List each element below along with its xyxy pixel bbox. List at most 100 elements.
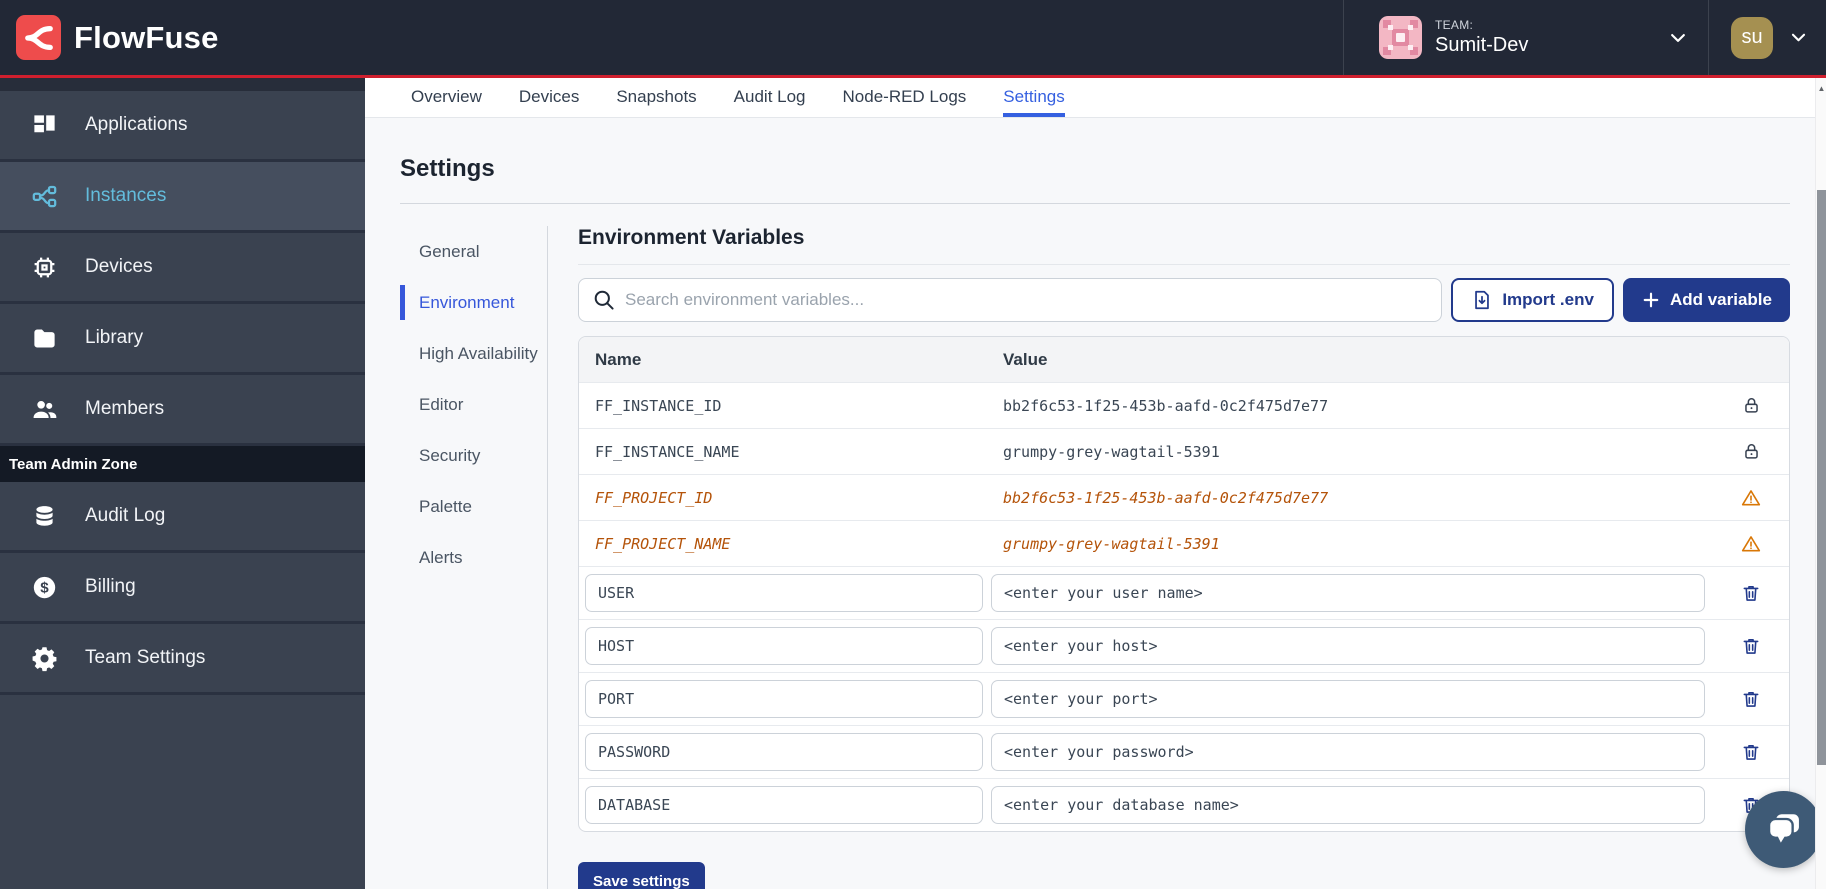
- chevron-down-icon: [1668, 28, 1688, 48]
- user-menu[interactable]: su: [1708, 0, 1826, 75]
- sidebar: Applications Instances Devices: [0, 78, 365, 889]
- chat-bubbles-icon: [1762, 808, 1806, 852]
- sidebar-item-applications[interactable]: Applications: [0, 91, 365, 162]
- lock-icon: [1742, 396, 1761, 415]
- subnav-item-palette[interactable]: Palette: [400, 481, 547, 532]
- gear-icon: [31, 645, 58, 672]
- sidebar-top-gap: [0, 78, 365, 91]
- env-var-value-input[interactable]: [991, 574, 1705, 612]
- warning-icon: [1741, 488, 1761, 508]
- tab-settings[interactable]: Settings: [1003, 78, 1064, 117]
- sidebar-item-label: Applications: [85, 114, 187, 136]
- scrollbar-up-arrow[interactable]: ▲: [1817, 84, 1826, 93]
- subnav-item-high-availability[interactable]: High Availability: [400, 328, 547, 379]
- tab-devices[interactable]: Devices: [519, 78, 579, 117]
- sidebar-item-instances[interactable]: Instances: [0, 162, 365, 233]
- env-var-name: FF_INSTANCE_NAME: [579, 443, 1003, 461]
- delete-variable-button[interactable]: [1713, 636, 1789, 656]
- tab-audit-log[interactable]: Audit Log: [734, 78, 806, 117]
- team-admin-zone-label: Team Admin Zone: [0, 446, 365, 482]
- sidebar-item-label: Instances: [85, 185, 166, 207]
- subnav-item-alerts[interactable]: Alerts: [400, 532, 547, 583]
- chevron-down-icon: [1789, 28, 1808, 47]
- search-icon: [592, 288, 616, 312]
- sidebar-item-label: Library: [85, 327, 143, 349]
- team-label: TEAM:: [1435, 18, 1655, 33]
- env-var-name-input[interactable]: [585, 680, 983, 718]
- column-header-value: Value: [1003, 350, 1713, 370]
- svg-text:$: $: [40, 579, 49, 596]
- sidebar-item-label: Team Settings: [85, 647, 205, 669]
- tab-overview[interactable]: Overview: [411, 78, 482, 117]
- chat-widget-button[interactable]: [1745, 791, 1822, 868]
- sidebar-item-members[interactable]: Members: [0, 375, 365, 446]
- import-env-button[interactable]: Import .env: [1451, 278, 1614, 322]
- env-var-name: FF_PROJECT_ID: [579, 489, 1003, 507]
- env-var-name: FF_INSTANCE_ID: [579, 397, 1003, 415]
- env-var-name-input[interactable]: [585, 786, 983, 824]
- env-var-value-input[interactable]: [991, 733, 1705, 771]
- add-variable-button[interactable]: Add variable: [1623, 278, 1790, 322]
- search-input[interactable]: [578, 278, 1442, 322]
- subnav-item-editor[interactable]: Editor: [400, 379, 547, 430]
- team-avatar: [1379, 16, 1422, 59]
- page-scrollbar[interactable]: ▲: [1815, 78, 1826, 889]
- tab-node-red-logs[interactable]: Node-RED Logs: [843, 78, 967, 117]
- applications-icon: [31, 112, 58, 139]
- library-icon: [31, 325, 58, 352]
- sidebar-item-audit-log[interactable]: Audit Log: [0, 482, 365, 553]
- sidebar-item-label: Audit Log: [85, 505, 165, 527]
- sidebar-item-team-settings[interactable]: Team Settings: [0, 624, 365, 695]
- env-toolbar: Import .env Add variable: [578, 278, 1790, 322]
- env-var-name-input[interactable]: [585, 627, 983, 665]
- env-var-value-input[interactable]: [991, 680, 1705, 718]
- env-var-name-input[interactable]: [585, 574, 983, 612]
- audit-log-icon: [31, 503, 58, 530]
- subnav-item-environment[interactable]: Environment: [400, 277, 547, 328]
- sidebar-item-label: Devices: [85, 256, 153, 278]
- search-wrap: [578, 278, 1442, 322]
- env-var-value-input[interactable]: [991, 786, 1705, 824]
- subnav-item-general[interactable]: General: [400, 226, 547, 277]
- sidebar-item-devices[interactable]: Devices: [0, 233, 365, 304]
- brand[interactable]: FlowFuse: [0, 15, 1343, 60]
- team-selector[interactable]: TEAM: Sumit-Dev: [1343, 0, 1708, 75]
- top-header: FlowFuse T: [0, 0, 1826, 75]
- scrollbar-thumb[interactable]: [1817, 190, 1826, 765]
- editable-row: [579, 725, 1789, 778]
- lock-icon: [1742, 442, 1761, 461]
- trash-icon: [1741, 583, 1761, 603]
- user-avatar: su: [1731, 17, 1773, 59]
- page-title: Settings: [400, 155, 1790, 183]
- import-env-label: Import .env: [1502, 290, 1594, 310]
- editable-row: [579, 566, 1789, 619]
- environment-pane: Environment Variables: [578, 226, 1790, 889]
- tab-snapshots[interactable]: Snapshots: [616, 78, 696, 117]
- column-header-name: Name: [579, 350, 1003, 370]
- editable-row: [579, 778, 1789, 831]
- warning-icon: [1741, 534, 1761, 554]
- table-header-row: Name Value: [579, 337, 1789, 382]
- flowfuse-logo-icon: [16, 15, 61, 60]
- env-var-name-input[interactable]: [585, 733, 983, 771]
- sidebar-item-label: Members: [85, 398, 164, 420]
- import-document-icon: [1471, 289, 1493, 311]
- table-row-deprecated: FF_PROJECT_ID bb2f6c53-1f25-453b-aafd-0c…: [579, 474, 1789, 520]
- subnav-item-security[interactable]: Security: [400, 430, 547, 481]
- billing-icon: $: [31, 574, 58, 601]
- env-var-value: bb2f6c53-1f25-453b-aafd-0c2f475d7e77: [1003, 489, 1713, 507]
- env-section-heading: Environment Variables: [578, 226, 1790, 265]
- env-var-value-input[interactable]: [991, 627, 1705, 665]
- delete-variable-button[interactable]: [1713, 742, 1789, 762]
- env-var-value: grumpy-grey-wagtail-5391: [1003, 535, 1713, 553]
- trash-icon: [1741, 742, 1761, 762]
- instances-icon: [31, 183, 58, 210]
- sidebar-item-billing[interactable]: $ Billing: [0, 553, 365, 624]
- trash-icon: [1741, 689, 1761, 709]
- sidebar-item-library[interactable]: Library: [0, 304, 365, 375]
- instance-tabbar: Overview Devices Snapshots Audit Log Nod…: [365, 78, 1826, 118]
- delete-variable-button[interactable]: [1713, 583, 1789, 603]
- save-settings-button[interactable]: Save settings: [578, 862, 705, 889]
- members-icon: [31, 396, 58, 423]
- delete-variable-button[interactable]: [1713, 689, 1789, 709]
